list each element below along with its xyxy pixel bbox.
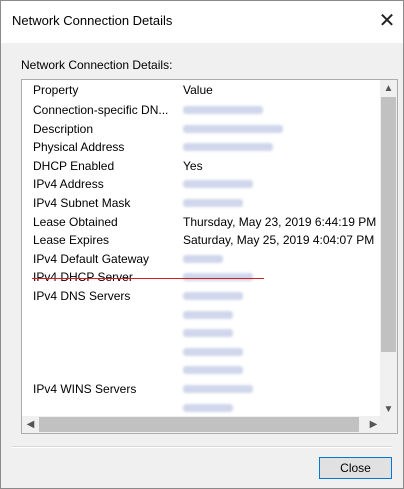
table-row[interactable]: DHCP Enabled Yes xyxy=(22,156,382,175)
redacted-value xyxy=(183,291,243,300)
table-row[interactable] xyxy=(22,342,382,361)
value-cell: Thursday, May 23, 2019 6:44:19 PM xyxy=(183,214,377,229)
value-cell xyxy=(183,401,233,415)
table-row[interactable]: IPv4 WINS Servers xyxy=(22,379,382,398)
redacted-value xyxy=(183,403,233,412)
redacted-value xyxy=(183,254,223,263)
table-row[interactable] xyxy=(22,398,382,417)
row-container: Connection-specific DN... Description Phys… xyxy=(22,100,382,418)
property-cell: IPv4 DNS Servers xyxy=(33,288,131,303)
table-row[interactable] xyxy=(22,323,382,342)
column-header-property[interactable]: Property xyxy=(33,83,78,97)
close-button[interactable]: Close xyxy=(319,457,392,479)
details-rows: Property Value Connection-specific DN...… xyxy=(22,80,382,418)
property-cell: IPv4 Address xyxy=(33,177,104,192)
divider xyxy=(12,446,392,448)
redacted-value xyxy=(183,198,243,207)
value-cell xyxy=(183,289,243,303)
scroll-up-icon[interactable]: ▲ xyxy=(380,80,397,97)
window-title: Network Connection Details xyxy=(12,13,173,28)
column-header-value[interactable]: Value xyxy=(183,83,213,97)
table-row[interactable]: IPv4 Default Gateway xyxy=(22,249,382,268)
value-cell xyxy=(183,140,273,154)
red-underline-annotation xyxy=(32,278,264,279)
table-row[interactable]: Lease Expires Saturday, May 25, 2019 4:04… xyxy=(22,230,382,249)
value-cell xyxy=(183,345,243,359)
table-row[interactable]: IPv4 DNS Servers xyxy=(22,286,382,305)
dialog-window: Network Connection Details ✕ Network Con… xyxy=(0,0,404,489)
property-cell: Lease Expires xyxy=(33,233,110,248)
vertical-scroll-thumb[interactable] xyxy=(381,97,396,352)
value-cell xyxy=(183,177,253,191)
redacted-value xyxy=(183,366,243,375)
value-cell xyxy=(183,363,243,377)
scrollbar-corner xyxy=(380,416,397,433)
scroll-left-icon[interactable]: ◀ xyxy=(22,416,39,433)
table-row[interactable]: Physical Address xyxy=(22,137,382,156)
value-cell xyxy=(183,196,243,210)
value-cell xyxy=(183,252,223,266)
redacted-value xyxy=(183,329,233,338)
group-label: Network Connection Details: xyxy=(21,58,173,72)
table-row[interactable]: Lease Obtained Thursday, May 23, 2019 6:4… xyxy=(22,212,382,231)
redacted-value xyxy=(183,143,273,152)
property-cell: IPv4 Default Gateway xyxy=(33,251,150,266)
value-cell xyxy=(183,326,233,340)
value-cell: Yes xyxy=(183,158,203,173)
value-cell xyxy=(183,382,253,396)
table-row[interactable]: IPv4 DHCP Server xyxy=(22,267,382,286)
redacted-value xyxy=(183,384,253,393)
property-cell: DHCP Enabled xyxy=(33,158,115,173)
redacted-value xyxy=(183,347,243,356)
property-cell: Lease Obtained xyxy=(33,214,118,229)
table-row[interactable]: IPv4 Address xyxy=(22,174,382,193)
property-cell: Connection-specific DN... xyxy=(33,103,169,117)
title-bar: Network Connection Details ✕ xyxy=(1,1,403,43)
table-row[interactable]: Connection-specific DN... xyxy=(22,100,382,119)
vertical-scrollbar[interactable]: ▲ ▼ xyxy=(380,80,397,418)
property-cell: IPv4 Subnet Mask xyxy=(33,195,131,210)
redacted-value xyxy=(183,106,263,114)
redacted-value xyxy=(183,180,253,189)
table-row[interactable] xyxy=(22,360,382,379)
property-cell: Physical Address xyxy=(33,140,125,155)
property-cell: Description xyxy=(33,121,94,136)
redacted-value xyxy=(183,310,233,319)
redacted-value xyxy=(183,124,283,133)
value-cell: Saturday, May 25, 2019 4:04:07 PM xyxy=(183,233,375,248)
details-listview[interactable]: Property Value Connection-specific DN...… xyxy=(21,79,398,434)
property-cell: IPv4 WINS Servers xyxy=(33,381,137,396)
value-cell xyxy=(183,308,233,322)
close-icon[interactable]: ✕ xyxy=(375,9,399,33)
table-row[interactable]: IPv4 Subnet Mask xyxy=(22,193,382,212)
table-header: Property Value xyxy=(22,80,382,100)
horizontal-scrollbar[interactable]: ◀ ▶ xyxy=(22,416,382,433)
value-cell xyxy=(183,122,283,136)
horizontal-scroll-thumb[interactable] xyxy=(39,417,359,432)
table-row[interactable] xyxy=(22,305,382,324)
value-cell xyxy=(183,103,263,117)
table-row[interactable]: Description xyxy=(22,119,382,138)
